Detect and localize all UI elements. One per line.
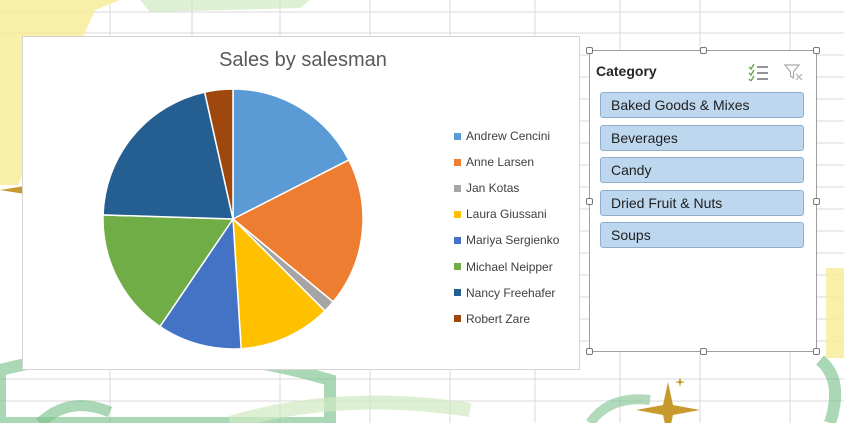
legend-label: Mariya Sergienko	[466, 233, 560, 248]
legend-item: Robert Zare	[454, 306, 559, 332]
legend-label: Robert Zare	[466, 311, 531, 326]
chart-legend: Andrew Cencini Anne Larsen Jan Kotas Laura …	[454, 123, 559, 332]
legend-label: Andrew Cencini	[466, 129, 551, 144]
slicer-title: Category	[596, 63, 657, 79]
slicer-item-soups[interactable]: Soups	[600, 222, 804, 248]
legend-swatch	[454, 184, 461, 192]
legend-item: Jan Kotas	[454, 175, 559, 201]
legend-label: Laura Giussani	[466, 207, 547, 222]
slicer-item-beverages[interactable]: Beverages	[600, 124, 804, 151]
clear-filter-icon[interactable]	[784, 63, 804, 81]
legend-label: Anne Larsen	[466, 155, 535, 170]
legend-swatch	[454, 289, 461, 297]
slicer-item-baked-goods[interactable]: Baked Goods & Mixes	[600, 92, 804, 118]
legend-label: Jan Kotas	[466, 181, 520, 196]
resize-handle[interactable]	[700, 47, 707, 54]
multi-select-icon[interactable]	[748, 63, 770, 81]
legend-item: Laura Giussani	[454, 201, 559, 227]
resize-handle[interactable]	[813, 47, 820, 54]
slicer-header: Category	[596, 62, 806, 82]
legend-label: Nancy Freehafer	[466, 285, 556, 300]
legend-item: Mariya Sergienko	[454, 227, 559, 253]
legend-item: Anne Larsen	[454, 149, 559, 175]
legend-swatch	[454, 158, 461, 166]
resize-handle[interactable]	[813, 348, 820, 355]
legend-swatch	[454, 132, 461, 140]
legend-item: Andrew Cencini	[454, 123, 559, 149]
resize-handle[interactable]	[813, 198, 820, 205]
legend-swatch	[454, 263, 461, 271]
legend-swatch	[454, 236, 461, 244]
slicer-item-dried-fruit-nuts[interactable]: Dried Fruit & Nuts	[600, 189, 804, 216]
pie-chart[interactable]: Sales by salesman Andrew Cencini Anne Lar…	[22, 36, 580, 370]
legend-label: Michael Neipper	[466, 259, 553, 274]
chart-title: Sales by salesman	[219, 49, 387, 71]
legend-swatch	[454, 210, 461, 218]
resize-handle[interactable]	[586, 47, 593, 54]
resize-handle[interactable]	[586, 198, 593, 205]
slicer-item-candy[interactable]: Candy	[600, 157, 804, 183]
legend-swatch	[454, 315, 461, 323]
legend-item: Michael Neipper	[454, 253, 559, 279]
legend-item: Nancy Freehafer	[454, 280, 559, 306]
resize-handle[interactable]	[700, 348, 707, 355]
resize-handle[interactable]	[586, 348, 593, 355]
category-slicer[interactable]: Category Baked Goods & Mixes Beverages C…	[586, 47, 820, 355]
pie-plot	[102, 88, 364, 350]
